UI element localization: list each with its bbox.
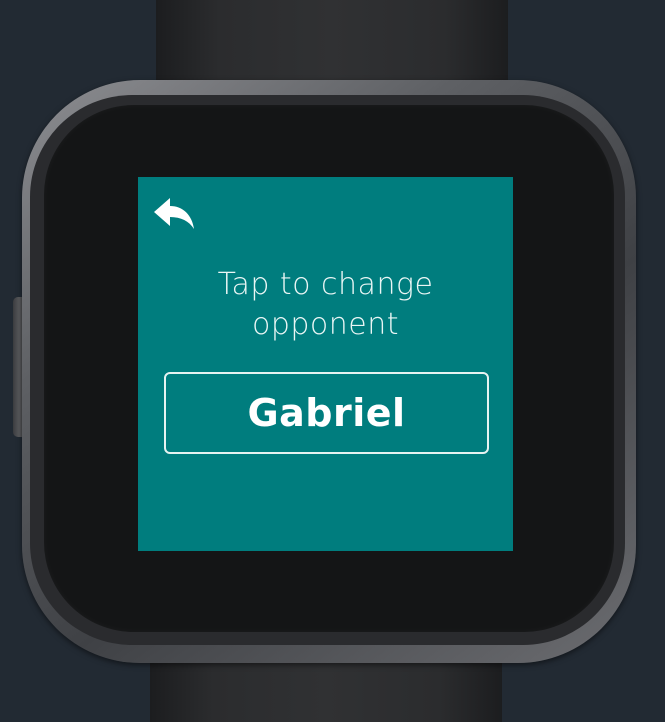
- watch-screen: Tap to change opponent Gabriel: [138, 177, 513, 551]
- reply-arrow-icon: [152, 195, 198, 235]
- back-button[interactable]: [152, 195, 198, 235]
- opponent-button[interactable]: Gabriel: [164, 372, 489, 454]
- watch-stage: Tap to change opponent Gabriel: [0, 0, 665, 722]
- opponent-name-label: Gabriel: [247, 391, 406, 435]
- change-opponent-prompt: Tap to change opponent: [138, 265, 513, 345]
- prompt-line-1: Tap to change: [217, 267, 434, 302]
- prompt-line-2: opponent: [251, 307, 400, 342]
